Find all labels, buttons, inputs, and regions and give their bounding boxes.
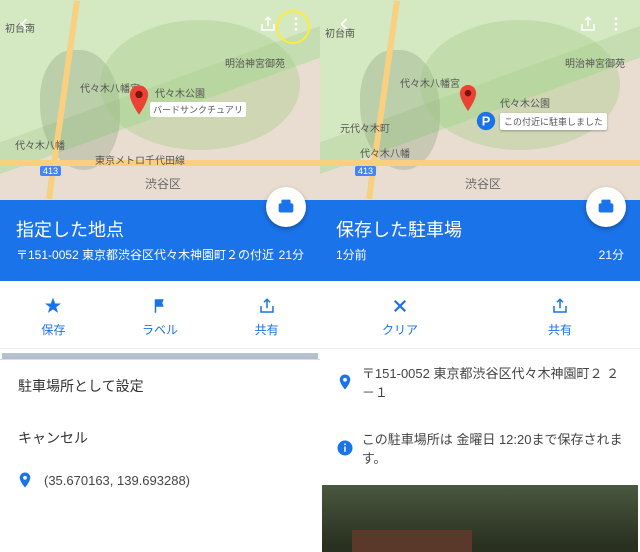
menu-cancel[interactable]: キャンセル <box>0 412 320 464</box>
map-area[interactable]: 初台南 明治神宮御苑 代々木八幡宮 代々木公園 バードサンクチュアリ 代々木八幡… <box>0 0 320 200</box>
streetview-image[interactable] <box>322 485 638 552</box>
card-address: 〒151-0052 東京都渋谷区代々木神園町２の付近 <box>16 246 274 263</box>
top-bar <box>0 0 320 48</box>
map-label: 代々木八幡宮 <box>400 75 460 90</box>
map-label: 代々木八幡 <box>15 137 65 152</box>
parking-popup[interactable]: この付近に駐車しました <box>500 113 607 130</box>
ward-label: 渋谷区 <box>465 175 501 192</box>
close-icon <box>320 295 480 317</box>
back-button[interactable] <box>10 10 38 38</box>
share-button[interactable]: 共有 <box>480 281 640 348</box>
more-menu-button[interactable] <box>602 10 630 38</box>
map-pin-icon[interactable] <box>128 85 150 115</box>
map-label: 元代々木町 <box>340 120 390 135</box>
directions-fab[interactable] <box>266 187 306 227</box>
action-label: 保存 <box>41 323 65 337</box>
more-menu-button[interactable] <box>282 10 310 38</box>
action-label: 共有 <box>548 323 572 337</box>
route-badge: 413 <box>355 166 376 176</box>
clear-button[interactable]: クリア <box>320 281 480 348</box>
back-button[interactable] <box>330 10 358 38</box>
card-time: 21分 <box>599 246 624 263</box>
screen-left: 初台南 明治神宮御苑 代々木八幡宮 代々木公園 バードサンクチュアリ 代々木八幡… <box>0 0 320 552</box>
map-label: 明治神宮御苑 <box>225 55 285 70</box>
ward-label: 渋谷区 <box>145 175 181 192</box>
flag-icon <box>107 295 214 317</box>
action-label: 共有 <box>255 323 279 337</box>
address-text: 〒151-0052 東京都渋谷区代々木神園町２ ２－１ <box>362 363 624 401</box>
svg-text:P: P <box>482 114 491 129</box>
coords-text: (35.670163, 139.693288) <box>44 473 190 488</box>
menu-set-parking[interactable]: 駐車場所として設定 <box>0 360 320 412</box>
map-label: 代々木八幡 <box>360 145 410 160</box>
directions-fab[interactable] <box>586 187 626 227</box>
pin-icon <box>336 373 362 391</box>
address-row[interactable]: 〒151-0052 東京都渋谷区代々木神園町２ ２－１ <box>320 349 640 415</box>
map-label: 東京メトロ千代田線 <box>95 152 185 167</box>
route-badge: 413 <box>40 166 61 176</box>
info-row[interactable]: この駐車場所は 金曜日 12:20まで保存されます。 <box>320 415 640 481</box>
map-area[interactable]: 初台南 明治神宮御苑 代々木八幡宮 代々木公園 元代々木町 代々木八幡 413 … <box>320 0 640 200</box>
info-icon <box>336 439 362 457</box>
action-bar: クリア 共有 <box>320 281 640 349</box>
top-bar <box>320 0 640 48</box>
share-icon <box>213 295 320 317</box>
star-icon <box>0 295 107 317</box>
info-text: この駐車場所は 金曜日 12:20まで保存されます。 <box>362 429 624 467</box>
bottom-sheet: 駐車場所として設定 キャンセル <box>0 359 320 464</box>
pin-label: バードサンクチュアリ <box>150 102 246 117</box>
card-title: 指定した地点 <box>16 216 304 242</box>
action-label: ラベル <box>142 323 178 337</box>
card-title: 保存した駐車場 <box>336 216 624 242</box>
label-button[interactable]: ラベル <box>107 281 214 348</box>
map-label: 代々木公園 <box>155 85 205 100</box>
map-label: 明治神宮御苑 <box>565 55 625 70</box>
share-button[interactable]: 共有 <box>213 281 320 348</box>
action-label: クリア <box>382 323 418 337</box>
map-pin-icon[interactable] <box>458 85 478 111</box>
share-icon[interactable] <box>254 10 282 38</box>
action-bar: 保存 ラベル 共有 <box>0 281 320 349</box>
save-button[interactable]: 保存 <box>0 281 107 348</box>
screen-right: 初台南 明治神宮御苑 代々木八幡宮 代々木公園 元代々木町 代々木八幡 413 … <box>320 0 640 552</box>
share-icon[interactable] <box>574 10 602 38</box>
map-label: 代々木公園 <box>500 95 550 110</box>
card-subtitle: 1分前 <box>336 246 367 263</box>
pin-icon <box>16 471 44 489</box>
card-time: 21分 <box>279 246 304 263</box>
parking-pin-icon[interactable]: P <box>475 110 497 132</box>
share-icon <box>480 295 640 317</box>
